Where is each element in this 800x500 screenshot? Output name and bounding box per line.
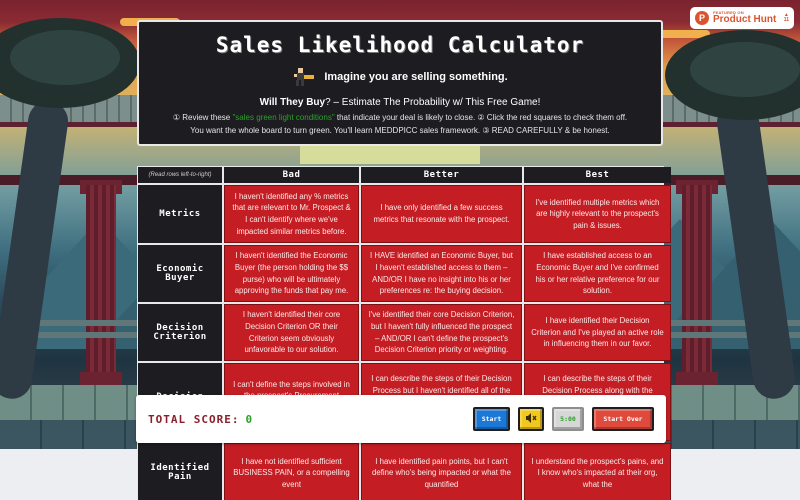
salesman-mascot-icon	[292, 66, 316, 88]
board-cell[interactable]: I haven't identified any % metrics that …	[224, 185, 359, 243]
instructions-step-1: ① Review these	[172, 113, 233, 122]
instructions-step-3: You want the whole board to turn green. …	[190, 126, 610, 135]
row-label-decision-criterion: Decision Criterion	[138, 304, 222, 361]
timer-display: 5:00	[552, 407, 584, 431]
start-over-button[interactable]: Start Over	[592, 407, 654, 431]
column-header-best: Best	[524, 167, 671, 183]
subtitle-rest: ? – Estimate The Probability w/ This Fre…	[325, 97, 541, 108]
board-cell[interactable]: I've identified their core Decision Crit…	[361, 304, 522, 361]
row-label-identified-pain: Identified Pain	[138, 443, 222, 500]
product-hunt-logo-icon: P	[695, 11, 709, 25]
mute-button[interactable]	[518, 407, 544, 431]
tagline: Imagine you are selling something.	[324, 71, 508, 83]
board-cell[interactable]: I understand the prospect's pains, and I…	[524, 443, 671, 500]
green-light-link: "sales green light conditions"	[232, 113, 335, 122]
meddpicc-board: (Read rows left-to-right) Bad Better Bes…	[137, 166, 671, 500]
subtitle-bold: Will They Buy	[259, 97, 326, 108]
board-cell[interactable]: I haven't identified their core Decision…	[224, 304, 359, 361]
board-cell[interactable]: I have identified their Decision Criteri…	[524, 304, 671, 361]
speaker-muted-icon	[525, 412, 537, 426]
row-label-economic-buyer: Economic Buyer	[138, 245, 222, 302]
badge-name: Product Hunt	[713, 14, 777, 25]
read-rows-note: (Read rows left-to-right)	[138, 167, 222, 183]
instructions: ① Review these "sales green light condit…	[139, 111, 661, 137]
subtitle: Will They Buy? – Estimate The Probabilit…	[139, 97, 661, 108]
board-cell[interactable]: I haven't identified the Economic Buyer …	[224, 245, 359, 302]
board-cell[interactable]: I have established access to an Economic…	[524, 245, 671, 302]
start-button[interactable]: Start	[473, 407, 510, 431]
board-cell[interactable]: I have identified pain points, but I can…	[361, 443, 522, 500]
product-hunt-badge[interactable]: P FEATURED ON Product Hunt ▲ 11	[690, 7, 794, 29]
score-bar: TOTAL SCORE: 0 Start 5:00 Start Over	[136, 395, 666, 443]
column-header-bad: Bad	[224, 167, 359, 183]
vote-count: 11	[783, 17, 789, 23]
page-title: Sales Likelihood Calculator	[215, 33, 585, 57]
board-cell[interactable]: I've identified multiple metrics which a…	[524, 185, 671, 243]
board-cell[interactable]: I have not identified sufficient BUSINES…	[224, 443, 359, 500]
column-header-better: Better	[361, 167, 522, 183]
header-panel: Sales Likelihood Calculator Imagine you …	[137, 20, 663, 146]
board-cell[interactable]: I HAVE identified an Economic Buyer, but…	[361, 245, 522, 302]
board-cell[interactable]: I have only identified a few success met…	[361, 185, 522, 243]
total-score-value: 0	[245, 412, 253, 426]
row-label-metrics: Metrics	[138, 185, 222, 243]
instructions-step-2: that indicate your deal is likely to clo…	[334, 113, 628, 122]
total-score-label: TOTAL SCORE:	[148, 412, 240, 426]
